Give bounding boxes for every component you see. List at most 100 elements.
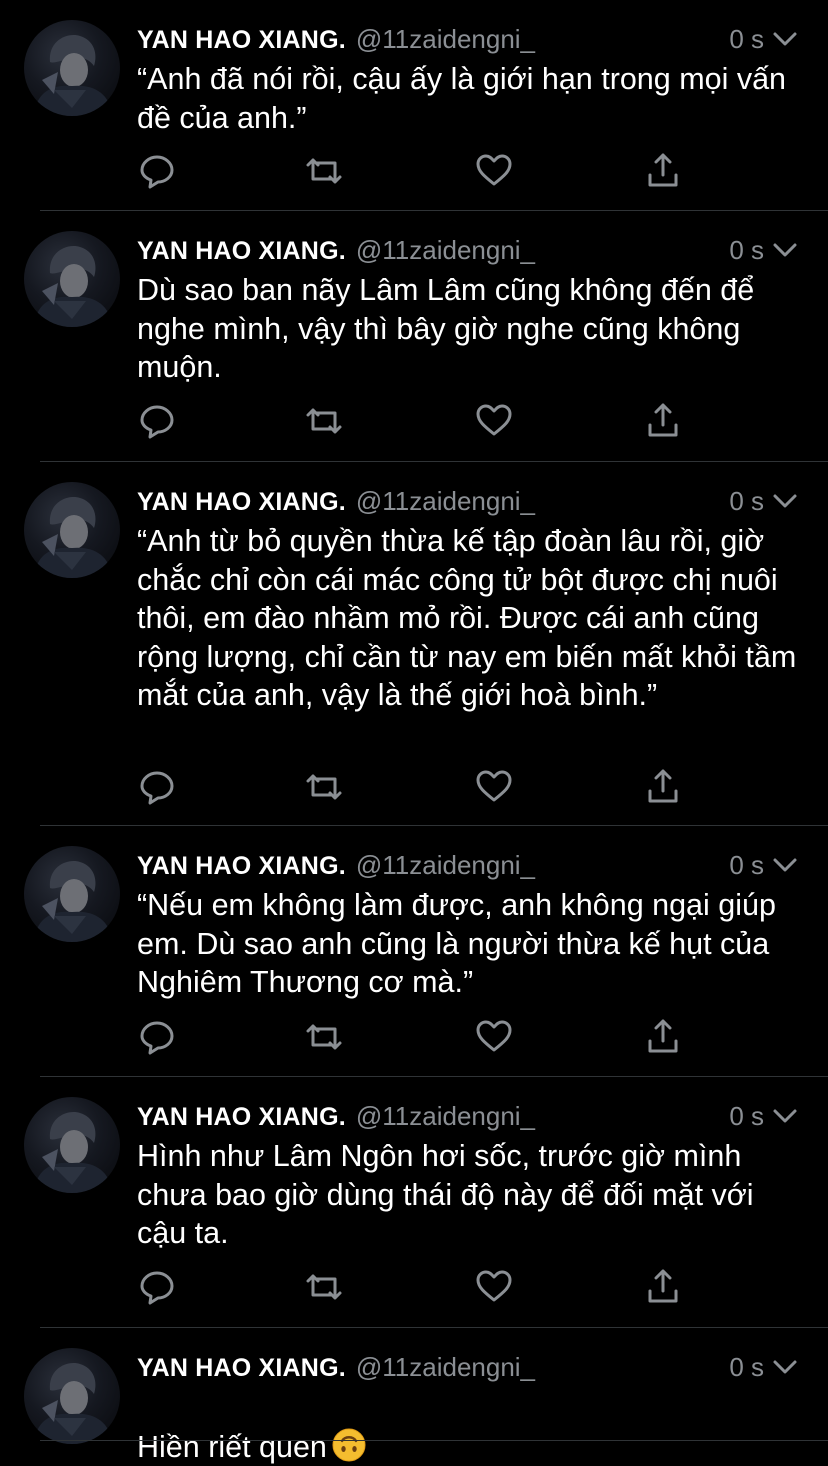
reply-button[interactable] [137, 767, 177, 807]
user-handle[interactable]: @11zaidengni_ [356, 486, 535, 516]
tweet[interactable]: YAN HAO XIANG. @11zaidengni_ 0 s “Anh đã … [0, 0, 828, 210]
chevron-down-icon[interactable] [772, 1107, 798, 1125]
like-button[interactable] [474, 767, 514, 807]
user-handle[interactable]: @11zaidengni_ [356, 1352, 535, 1382]
tweet[interactable]: YAN HAO XIANG. @11zaidengni_ 0 s “Nếu em … [0, 826, 828, 1076]
tweet-text: Hiền riết quen [137, 1388, 809, 1466]
avatar-photo [34, 1363, 112, 1444]
share-icon [648, 153, 678, 187]
tweet-actions [137, 767, 697, 807]
user-handle[interactable]: @11zaidengni_ [356, 1101, 535, 1131]
reply-button[interactable] [137, 1017, 177, 1057]
tweet-header: YAN HAO XIANG. @11zaidengni_ 0 s [137, 1352, 802, 1384]
divider [40, 1440, 828, 1441]
retweet-icon [306, 774, 342, 800]
retweet-button[interactable] [304, 151, 344, 191]
chevron-down-icon[interactable] [772, 241, 798, 259]
tweet[interactable]: YAN HAO XIANG. @11zaidengni_ 0 s “Anh từ … [0, 462, 828, 825]
tweet-header: YAN HAO XIANG. @11zaidengni_ 0 s [137, 850, 802, 882]
heart-icon [476, 154, 512, 186]
tweet-actions [137, 151, 697, 191]
retweet-icon [306, 1274, 342, 1300]
display-name[interactable]: YAN HAO XIANG. [137, 26, 346, 54]
display-name[interactable]: YAN HAO XIANG. [137, 237, 346, 265]
avatar-photo [34, 35, 112, 116]
share-button[interactable] [643, 401, 683, 441]
timestamp: 0 s [729, 24, 764, 54]
display-name[interactable]: YAN HAO XIANG. [137, 488, 346, 516]
retweet-icon [306, 158, 342, 184]
chevron-down-icon[interactable] [772, 30, 798, 48]
share-icon [648, 1019, 678, 1053]
heart-icon [476, 770, 512, 802]
display-name[interactable]: YAN HAO XIANG. [137, 1103, 346, 1131]
share-icon [648, 769, 678, 803]
tweet-actions [137, 1017, 697, 1057]
avatar[interactable] [24, 482, 120, 578]
reply-icon [140, 1271, 174, 1305]
heart-icon [476, 1020, 512, 1052]
retweet-button[interactable] [304, 401, 344, 441]
user-handle[interactable]: @11zaidengni_ [356, 850, 535, 880]
reply-button[interactable] [137, 151, 177, 191]
avatar-photo [34, 246, 112, 327]
share-icon [648, 403, 678, 437]
tweet[interactable]: YAN HAO XIANG. @11zaidengni_ 0 s Hiền riế… [0, 1328, 828, 1464]
upside-down-face-emoji-icon [332, 1428, 366, 1461]
timestamp: 0 s [729, 235, 764, 265]
tweet-text: “Nếu em không làm được, anh không ngại g… [137, 888, 776, 999]
share-button[interactable] [643, 1267, 683, 1307]
tweet-header: YAN HAO XIANG. @11zaidengni_ 0 s [137, 1101, 802, 1133]
avatar[interactable] [24, 1348, 120, 1444]
timestamp: 0 s [729, 850, 764, 880]
user-handle[interactable]: @11zaidengni_ [356, 24, 535, 54]
avatar-photo [34, 1112, 112, 1193]
avatar-photo [34, 861, 112, 942]
chevron-down-icon[interactable] [772, 856, 798, 874]
retweet-button[interactable] [304, 1017, 344, 1057]
tweet-text: “Anh đã nói rồi, cậu ấy là giới hạn tron… [137, 62, 787, 135]
chevron-down-icon[interactable] [772, 1358, 798, 1376]
like-button[interactable] [474, 401, 514, 441]
retweet-button[interactable] [304, 767, 344, 807]
avatar[interactable] [24, 231, 120, 327]
tweet-header: YAN HAO XIANG. @11zaidengni_ 0 s [137, 24, 802, 56]
like-button[interactable] [474, 1267, 514, 1307]
reply-icon [140, 405, 174, 439]
display-name[interactable]: YAN HAO XIANG. [137, 1354, 346, 1382]
share-button[interactable] [643, 767, 683, 807]
heart-icon [476, 404, 512, 436]
like-button[interactable] [474, 151, 514, 191]
share-button[interactable] [643, 151, 683, 191]
tweet-text-content: Hiền riết quen [137, 1429, 327, 1464]
share-button[interactable] [643, 1017, 683, 1057]
tweet[interactable]: YAN HAO XIANG. @11zaidengni_ 0 s Hình như… [0, 1077, 828, 1327]
reply-icon [140, 1021, 174, 1055]
display-name[interactable]: YAN HAO XIANG. [137, 852, 346, 880]
tweet-text: “Anh từ bỏ quyền thừa kế tập đoàn lâu rồ… [137, 524, 797, 712]
timestamp: 0 s [729, 1101, 764, 1131]
reply-button[interactable] [137, 401, 177, 441]
chevron-down-icon[interactable] [772, 492, 798, 510]
tweet-actions [137, 1267, 697, 1307]
reply-icon [140, 771, 174, 805]
avatar-photo [34, 497, 112, 578]
tweet-text: Hình như Lâm Ngôn hơi sốc, trước giờ mìn… [137, 1139, 754, 1250]
retweet-button[interactable] [304, 1267, 344, 1307]
tweet[interactable]: YAN HAO XIANG. @11zaidengni_ 0 s Dù sao b… [0, 211, 828, 461]
timestamp: 0 s [729, 486, 764, 516]
share-icon [648, 1269, 678, 1303]
tweet-actions [137, 401, 697, 441]
reply-icon [140, 155, 174, 189]
like-button[interactable] [474, 1017, 514, 1057]
user-handle[interactable]: @11zaidengni_ [356, 235, 535, 265]
retweet-icon [306, 408, 342, 434]
heart-icon [476, 1270, 512, 1302]
reply-button[interactable] [137, 1267, 177, 1307]
avatar[interactable] [24, 1097, 120, 1193]
avatar[interactable] [24, 846, 120, 942]
avatar[interactable] [24, 20, 120, 116]
tweet-text: Dù sao ban nãy Lâm Lâm cũng không đến để… [137, 273, 755, 384]
tweet-header: YAN HAO XIANG. @11zaidengni_ 0 s [137, 486, 802, 518]
timestamp: 0 s [729, 1352, 764, 1382]
